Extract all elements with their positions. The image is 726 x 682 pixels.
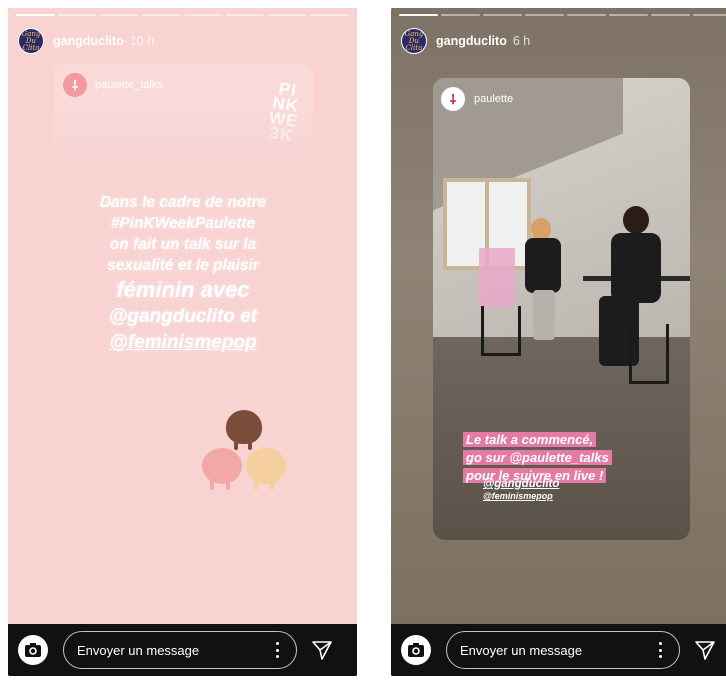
butt-stickers [198,410,298,510]
sticker-shape [246,448,286,484]
progress-segment [16,14,55,16]
sticker-shape [226,410,262,444]
caption-mention[interactable]: go sur @paulette_talks [463,450,612,465]
sticker-shape [254,480,258,490]
pink-week-sticker: PI NK WE 3K [266,79,303,146]
photo-person [623,206,649,234]
progress-segment [226,14,265,16]
photo-person [525,238,561,293]
story-panel[interactable]: Gang Du Clito gangduclito 6 h ⸸ paulette L… [391,8,726,676]
progress-segment [651,14,690,16]
story-header[interactable]: Gang Du Clito gangduclito 10 h [18,28,154,54]
progress-segment [525,14,564,16]
repost-username[interactable]: paulette_talks [95,79,163,91]
message-input[interactable]: Envoyer un message [446,631,680,669]
story-username[interactable]: gangduclito [436,34,507,48]
photo-display [479,248,515,308]
mention-tag[interactable]: @feminismepop [483,491,559,502]
mention-tags: @gangduclito @feminismepop [483,477,559,502]
overlay-line: sexualité et le plaisir [107,257,259,274]
post-username[interactable]: paulette [474,93,513,105]
progress-segment [310,14,349,16]
overlay-mention[interactable]: @gangduclito et [53,304,313,330]
progress-segment [184,14,223,16]
progress-segment [441,14,480,16]
story-username[interactable]: gangduclito [53,34,124,48]
sticker-shape [270,480,274,490]
camera-icon [408,643,424,657]
story-header[interactable]: Gang Du Clito gangduclito 6 h [401,28,530,54]
camera-icon [25,643,41,657]
overlay-hashtag[interactable]: #PinKWeekPaulette [53,213,313,234]
photo-person [531,218,551,240]
story-panel[interactable]: Gang Du Clito gangduclito 10 h ⸸ paulette_… [8,8,357,676]
send-icon[interactable] [311,639,333,661]
message-placeholder: Envoyer un message [77,642,200,658]
sticker-line: NK [270,93,300,116]
progress-segment [399,14,438,16]
reposted-story-card[interactable]: ⸸ paulette_talks PI NK WE 3K [53,64,313,164]
story-timestamp: 10 h [129,34,155,48]
sticker-shape [248,440,252,450]
progress-segment [693,14,726,16]
overlay-mention[interactable]: @feminismepop [53,330,313,356]
progress-segment [567,14,606,16]
repost-header[interactable]: ⸸ paulette_talks [63,73,163,97]
sticker-shape [202,448,242,484]
photo-person [533,290,555,340]
photo-chair [629,324,669,384]
send-icon[interactable] [694,639,716,661]
progress-segment [268,14,307,16]
sticker-line: 3K [268,123,295,146]
sticker-shape [234,440,238,450]
sticker-shape [210,480,214,490]
story-timestamp: 6 h [512,34,531,48]
camera-button[interactable] [18,635,48,665]
post-header[interactable]: ⸸ paulette [441,87,513,111]
overlay-line: féminin avec [116,277,250,302]
progress-segment [142,14,181,16]
message-bar: Envoyer un message [8,624,357,676]
message-input[interactable]: Envoyer un message [63,631,297,669]
progress-segment [483,14,522,16]
message-placeholder: Envoyer un message [460,642,583,658]
photo-chair [481,306,521,356]
photo-person [611,233,661,303]
progress-segment [58,14,97,16]
overlay-line: Dans le cadre de notre [99,194,267,211]
more-vertical-icon[interactable] [659,642,663,658]
more-vertical-icon[interactable] [276,642,280,658]
message-bar: Envoyer un message [391,624,726,676]
story-progress-bar [16,14,349,16]
progress-segment [609,14,648,16]
avatar[interactable]: Gang Du Clito [18,28,44,54]
caption-line: Le talk a commencé, [463,432,597,447]
camera-button[interactable] [401,635,431,665]
repost-avatar: ⸸ [63,73,87,97]
sticker-line: WE [267,107,300,131]
overlay-line: on fait un talk sur la [109,236,257,253]
progress-segment [100,14,139,16]
mention-tag[interactable]: @gangduclito [483,477,559,491]
sticker-shape [226,480,230,490]
avatar[interactable]: Gang Du Clito [401,28,427,54]
story-text-overlay: Dans le cadre de notre #PinKWeekPaulette… [53,192,313,356]
story-progress-bar [399,14,726,16]
post-avatar: ⸸ [441,87,465,111]
